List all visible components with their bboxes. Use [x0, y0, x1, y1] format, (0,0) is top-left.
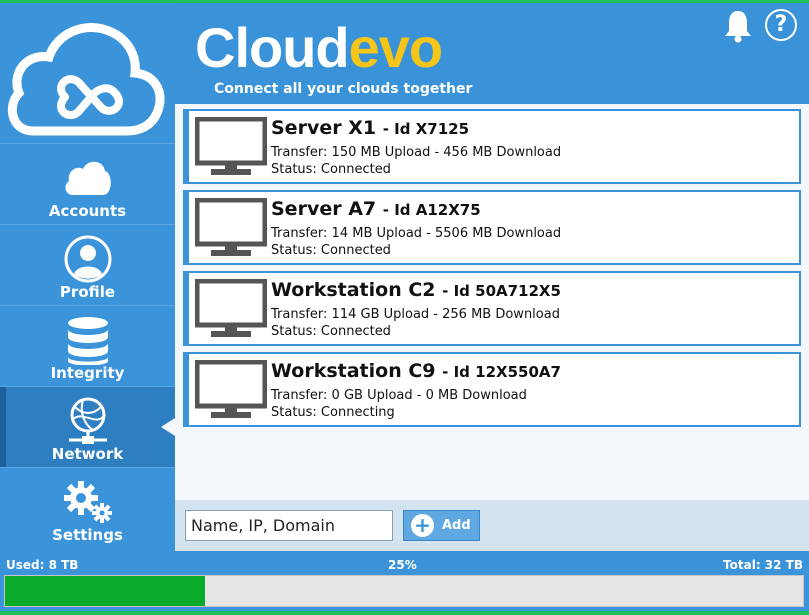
- cloud-icon: [0, 152, 175, 204]
- sidebar-item-label: Profile: [59, 283, 116, 301]
- sidebar-item-integrity[interactable]: Integrity: [0, 305, 175, 386]
- add-server-bar: + Add: [175, 500, 809, 551]
- server-list: Server X1 - Id X7125 Transfer: 150 MB Up…: [175, 104, 809, 500]
- sidebar-item-label: Accounts: [48, 202, 127, 220]
- server-card[interactable]: Server A7 - Id A12X75 Transfer: 14 MB Up…: [183, 190, 801, 265]
- bell-icon[interactable]: [723, 9, 753, 47]
- storage-used: Used: 8 TB: [6, 558, 79, 572]
- server-card[interactable]: Workstation C2 - Id 50A712X5 Transfer: 1…: [183, 271, 801, 346]
- monitor-icon: [194, 197, 268, 264]
- gears-icon: [0, 476, 175, 528]
- tagline: Connect all your clouds together: [214, 81, 473, 97]
- server-status: Status: Connected: [271, 162, 391, 177]
- plus-icon: +: [411, 514, 434, 537]
- server-status: Status: Connecting: [271, 405, 395, 420]
- monitor-icon: [194, 116, 268, 183]
- server-card[interactable]: Workstation C9 - Id 12X550A7 Transfer: 0…: [183, 352, 801, 427]
- server-status: Status: Connected: [271, 243, 391, 258]
- database-icon: [0, 314, 175, 366]
- sidebar-item-profile[interactable]: Profile: [0, 224, 175, 305]
- server-transfer: Transfer: 14 MB Upload - 5506 MB Downloa…: [271, 226, 562, 241]
- storage-usage: Used: 8 TB 25% Total: 32 TB: [0, 551, 809, 611]
- monitor-icon: [194, 359, 268, 426]
- server-address-input[interactable]: [185, 510, 393, 541]
- cloud-infinity-logo-icon: [5, 13, 165, 138]
- monitor-icon: [194, 278, 268, 345]
- sidebar-item-label: Settings: [52, 526, 123, 544]
- add-button-label: Add: [442, 518, 471, 533]
- server-status: Status: Connected: [271, 324, 391, 339]
- sidebar-item-accounts[interactable]: Accounts: [0, 143, 175, 224]
- active-nav-pointer: [161, 418, 175, 436]
- storage-progress-track: [4, 575, 804, 607]
- sidebar: Accounts Profile Integrity Network Setti…: [0, 3, 175, 551]
- sidebar-item-label: Network: [51, 445, 124, 463]
- server-title: Server X1 - Id X7125: [271, 117, 470, 139]
- sidebar-item-network[interactable]: Network: [0, 386, 175, 467]
- add-button[interactable]: + Add: [403, 510, 480, 541]
- server-transfer: Transfer: 150 MB Upload - 456 MB Downloa…: [271, 145, 562, 160]
- user-icon: [0, 233, 175, 285]
- sidebar-item-settings[interactable]: Settings: [0, 467, 175, 548]
- brand-logo-text: Cloudevo: [195, 16, 443, 79]
- server-transfer: Transfer: 114 GB Upload - 256 MB Downloa…: [271, 307, 560, 322]
- storage-percent: 25%: [388, 558, 417, 572]
- storage-progress-fill: [5, 576, 205, 606]
- storage-total: Total: 32 TB: [723, 558, 803, 572]
- app-header: Cloudevo Connect all your clouds togethe…: [175, 3, 809, 104]
- server-card[interactable]: Server X1 - Id X7125 Transfer: 150 MB Up…: [183, 109, 801, 184]
- server-title: Server A7 - Id A12X75: [271, 198, 481, 220]
- help-button[interactable]: ?: [765, 9, 797, 41]
- server-title: Workstation C2 - Id 50A712X5: [271, 279, 561, 301]
- bottom-accent-line: [0, 611, 809, 615]
- network-globe-icon: [0, 395, 175, 447]
- server-title: Workstation C9 - Id 12X550A7: [271, 360, 561, 382]
- server-transfer: Transfer: 0 GB Upload - 0 MB Download: [271, 388, 527, 403]
- sidebar-item-label: Integrity: [50, 364, 125, 382]
